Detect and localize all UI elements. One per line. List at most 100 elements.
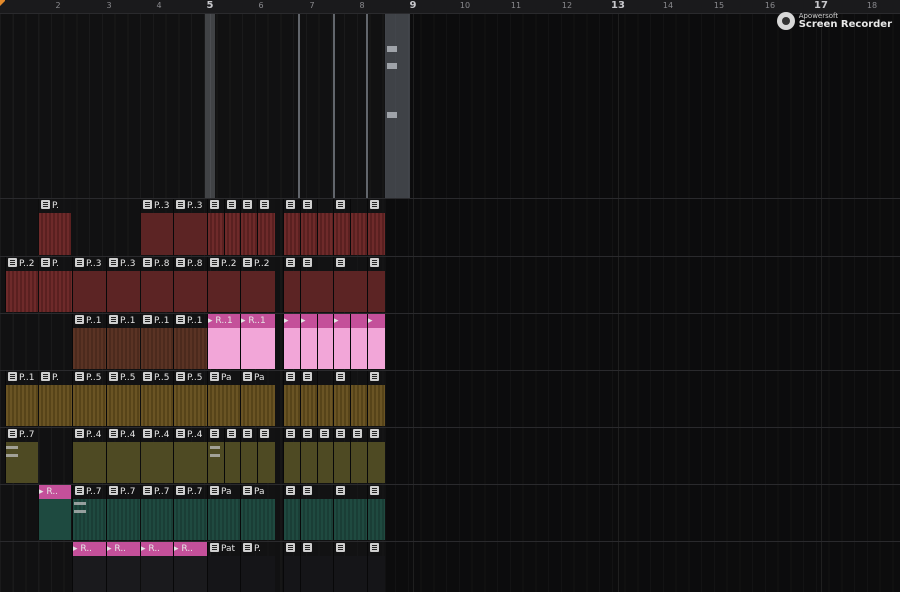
pattern-clip[interactable]: [300, 542, 333, 592]
pattern-clip[interactable]: [300, 371, 317, 426]
clip-label: R..1: [215, 316, 233, 326]
pattern-clip[interactable]: Pa: [207, 371, 240, 426]
pattern-clip[interactable]: [224, 199, 240, 255]
pattern-clip[interactable]: Pat: [207, 542, 240, 592]
pattern-clip[interactable]: P..3: [72, 257, 106, 312]
pattern-icon: [370, 258, 379, 267]
automation-clip[interactable]: ▸ R..: [72, 542, 106, 592]
automation-clip[interactable]: ▸ R..: [106, 542, 140, 592]
pattern-clip[interactable]: [300, 199, 317, 255]
pattern-clip[interactable]: [367, 371, 385, 426]
pattern-clip[interactable]: P..3: [173, 199, 207, 255]
automation-clip[interactable]: ▸: [283, 314, 300, 369]
pattern-clip[interactable]: [333, 257, 367, 312]
pattern-clip[interactable]: P..1: [140, 314, 173, 369]
pattern-clip[interactable]: [317, 371, 333, 426]
pattern-icon: [353, 429, 362, 438]
pattern-clip[interactable]: Pa: [240, 371, 275, 426]
pattern-clip[interactable]: P..4: [173, 428, 207, 483]
pattern-clip[interactable]: [240, 428, 257, 483]
pattern-clip[interactable]: [257, 199, 275, 255]
pattern-clip[interactable]: P..5: [140, 371, 173, 426]
pattern-clip[interactable]: [300, 257, 333, 312]
pattern-clip[interactable]: P.: [38, 257, 72, 312]
pattern-clip[interactable]: [333, 485, 367, 540]
pattern-icon: [210, 200, 219, 209]
clip-label: Pat: [221, 544, 236, 554]
pattern-clip[interactable]: [367, 257, 385, 312]
song-start-marker-icon[interactable]: [0, 0, 6, 6]
pattern-clip[interactable]: P..5: [173, 371, 207, 426]
pattern-clip[interactable]: [283, 199, 300, 255]
pattern-clip[interactable]: P..8: [140, 257, 173, 312]
pattern-icon: [336, 372, 345, 381]
pattern-clip[interactable]: [283, 428, 300, 483]
pattern-clip[interactable]: [300, 485, 333, 540]
automation-clip[interactable]: [350, 314, 367, 369]
pattern-clip[interactable]: [283, 371, 300, 426]
automation-clip[interactable]: ▸ R..: [140, 542, 173, 592]
pattern-clip[interactable]: Pa: [240, 485, 275, 540]
pattern-clip[interactable]: P.: [240, 542, 275, 592]
pattern-clip[interactable]: P.: [38, 371, 72, 426]
recorder-watermark: Apowersoft Screen Recorder: [776, 12, 892, 30]
pattern-clip[interactable]: [317, 428, 333, 483]
pattern-clip[interactable]: [333, 371, 350, 426]
automation-clip[interactable]: ▸ R..1: [207, 314, 240, 369]
pattern-clip[interactable]: P..2: [207, 257, 240, 312]
pattern-clip[interactable]: [300, 428, 317, 483]
automation-clip[interactable]: ▸ R..: [38, 485, 71, 540]
automation-clip[interactable]: ▸: [300, 314, 317, 369]
pattern-clip[interactable]: P..3: [140, 199, 173, 255]
pattern-clip[interactable]: [350, 428, 367, 483]
pattern-icon: [8, 429, 17, 438]
pattern-clip[interactable]: [257, 428, 275, 483]
pattern-clip[interactable]: [240, 199, 257, 255]
pattern-clip[interactable]: P..1: [5, 371, 38, 426]
pattern-clip[interactable]: Pa: [207, 485, 240, 540]
pattern-clip[interactable]: P..2: [5, 257, 38, 312]
bar-line: [821, 14, 822, 592]
automation-clip[interactable]: [317, 314, 333, 369]
pattern-clip[interactable]: [283, 257, 300, 312]
pattern-clip[interactable]: [367, 199, 385, 255]
pattern-clip[interactable]: P..7: [140, 485, 173, 540]
pattern-clip[interactable]: [367, 542, 385, 592]
automation-clip[interactable]: ▸: [333, 314, 350, 369]
pattern-clip[interactable]: [367, 428, 385, 483]
pattern-clip[interactable]: [367, 485, 385, 540]
pattern-clip[interactable]: [283, 485, 300, 540]
pattern-clip[interactable]: P..4: [106, 428, 140, 483]
pattern-clip[interactable]: P..2: [240, 257, 275, 312]
pattern-clip[interactable]: P..1: [173, 314, 207, 369]
pattern-clip[interactable]: [350, 199, 367, 255]
pattern-clip[interactable]: P..8: [173, 257, 207, 312]
pattern-clip[interactable]: P..5: [106, 371, 140, 426]
pattern-clip[interactable]: [207, 199, 224, 255]
pattern-clip[interactable]: P..1: [106, 314, 140, 369]
pattern-clip[interactable]: [224, 428, 240, 483]
automation-clip[interactable]: ▸ R..: [173, 542, 207, 592]
pattern-clip[interactable]: P..3: [106, 257, 140, 312]
pattern-clip[interactable]: P..5: [72, 371, 106, 426]
automation-clip[interactable]: ▸ R..1: [240, 314, 275, 369]
pattern-clip[interactable]: [283, 542, 300, 592]
pattern-clip[interactable]: [333, 199, 350, 255]
pattern-clip[interactable]: [333, 428, 350, 483]
timeline-ruler[interactable]: 2 3 4 5 6 7 8 9 10 11 12 13 14 15 16 17 …: [0, 0, 900, 14]
pattern-clip[interactable]: [333, 542, 367, 592]
pattern-clip[interactable]: P..4: [72, 428, 106, 483]
ruler-tick: 4: [156, 1, 162, 10]
pattern-clip[interactable]: [350, 371, 367, 426]
pattern-clip[interactable]: P..1: [72, 314, 106, 369]
clip-label: P..1: [187, 316, 203, 326]
pattern-clip[interactable]: P..7: [173, 485, 207, 540]
automation-clip[interactable]: ▸: [367, 314, 385, 369]
pattern-icon: [286, 486, 295, 495]
pattern-clip[interactable]: P..4: [140, 428, 173, 483]
pattern-icon: [143, 429, 152, 438]
pattern-clip[interactable]: P.: [38, 199, 71, 255]
playback-selection[interactable]: [385, 14, 410, 198]
pattern-clip[interactable]: [317, 199, 333, 255]
pattern-clip[interactable]: P..7: [106, 485, 140, 540]
